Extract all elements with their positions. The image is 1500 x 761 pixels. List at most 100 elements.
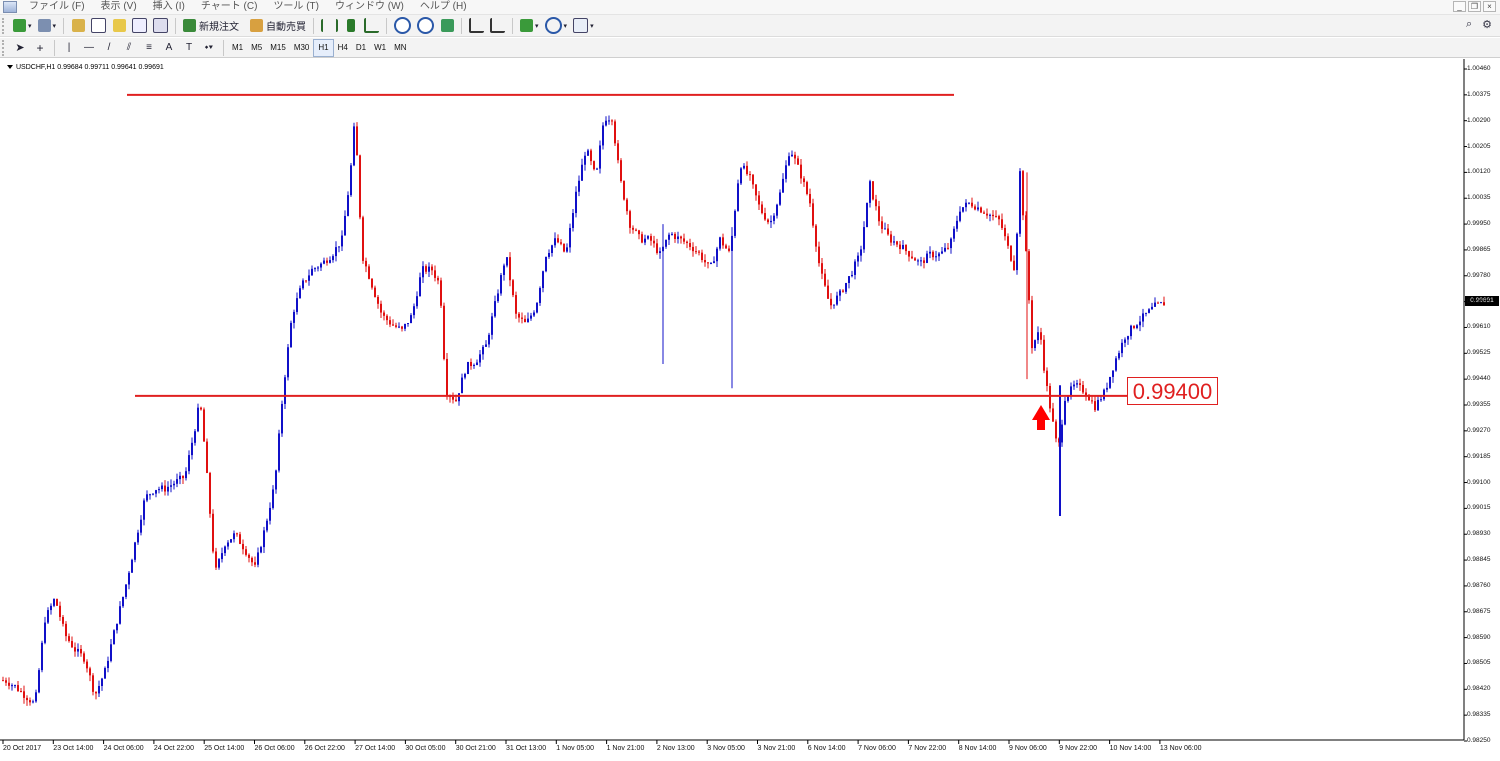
line-chart-button[interactable] — [362, 17, 381, 35]
new-order-button[interactable]: 新規注文 — [181, 17, 241, 35]
candle-body — [5, 680, 7, 683]
candle-body — [1079, 383, 1081, 385]
candle-body — [188, 455, 190, 472]
restore-icon[interactable]: ❐ — [1468, 1, 1481, 12]
menu-chart[interactable]: チャート (C) — [193, 0, 266, 14]
chart-shift-button[interactable] — [488, 17, 507, 35]
candle-body — [722, 237, 724, 246]
candle-body — [2, 680, 4, 682]
menu-insert[interactable]: 挿入 (I) — [145, 0, 193, 14]
candle-body — [665, 239, 667, 247]
menu-window[interactable]: ウィンドウ (W) — [327, 0, 412, 14]
profiles-icon — [37, 19, 51, 32]
candle-body — [257, 552, 259, 565]
candle-body — [701, 252, 703, 261]
zoom-in-button[interactable] — [392, 17, 413, 35]
menu-tools[interactable]: ツール (T) — [265, 0, 327, 14]
price-axis-label: 0.98930 — [1467, 530, 1491, 538]
vertical-line-button[interactable]: | — [60, 39, 78, 57]
data-window-button[interactable] — [89, 17, 108, 35]
candle-body — [959, 211, 961, 221]
candle-body — [881, 221, 883, 229]
timeframe-m30[interactable]: M30 — [290, 40, 314, 56]
autoscroll-button[interactable] — [467, 17, 486, 35]
candle-body — [137, 532, 139, 543]
timeframe-mn[interactable]: MN — [390, 40, 410, 56]
timeframe-h4[interactable]: H4 — [334, 40, 352, 56]
candlestick-button[interactable] — [342, 17, 360, 35]
search-icon[interactable]: ⌕ — [1466, 18, 1472, 31]
timeframe-d1[interactable]: D1 — [352, 40, 370, 56]
templates-button[interactable]: ▾ — [571, 17, 596, 35]
terminal-button[interactable] — [130, 17, 149, 35]
candle-body — [548, 253, 550, 257]
text-button[interactable]: A — [160, 39, 178, 57]
candle-body — [410, 315, 412, 324]
candle-body — [47, 610, 49, 623]
candle-body — [167, 486, 169, 492]
settings-icon[interactable]: ⚙ — [1482, 18, 1492, 31]
candle-body — [332, 256, 334, 261]
candle-body — [185, 471, 187, 479]
timeframe-m15[interactable]: M15 — [266, 40, 290, 56]
time-axis-label: 20 Oct 2017 — [3, 745, 42, 752]
candle-body — [929, 251, 931, 254]
chart-menu-icon[interactable] — [7, 65, 13, 70]
fibonacci-button[interactable]: ≡ — [140, 39, 158, 57]
bar-chart-button[interactable] — [319, 17, 340, 35]
candle-body — [887, 228, 889, 235]
time-axis-label: 25 Oct 14:00 — [204, 745, 245, 752]
navigator-button[interactable] — [110, 17, 128, 35]
zoom-out-button[interactable] — [415, 17, 436, 35]
candle-body — [953, 228, 955, 239]
timeframe-m1[interactable]: M1 — [228, 40, 247, 56]
menu-file[interactable]: ファイル (F) — [21, 0, 93, 14]
horizontal-line-button[interactable]: — — [80, 39, 98, 57]
shapes-button[interactable]: ⬩▾ — [200, 39, 218, 57]
candle-body — [596, 168, 598, 170]
candle-body — [500, 275, 502, 294]
auto-trade-button[interactable]: 自動売買 — [248, 17, 308, 35]
new-order-icon — [183, 19, 197, 32]
candle-body — [197, 407, 199, 432]
candle-body — [713, 261, 715, 264]
minimize-icon[interactable]: _ — [1453, 1, 1466, 12]
time-axis-label: 7 Nov 22:00 — [908, 745, 947, 752]
menu-view[interactable]: 表示 (V) — [93, 0, 145, 14]
trendline-button[interactable]: / — [100, 39, 118, 57]
tile-windows-button[interactable] — [438, 17, 456, 35]
candle-body — [431, 266, 433, 271]
candle-body — [386, 315, 388, 321]
candle-body — [503, 265, 505, 276]
channel-button[interactable]: ⫽ — [120, 39, 138, 57]
candle-body — [551, 245, 553, 254]
periods-button[interactable]: ▾ — [543, 17, 570, 35]
profiles-button[interactable]: ▾ — [36, 17, 59, 35]
price-chart[interactable] — [0, 59, 1500, 761]
close-icon[interactable]: × — [1483, 1, 1496, 12]
price-axis-label: 1.00120 — [1467, 168, 1491, 176]
candle-body — [44, 622, 46, 643]
candle-body — [944, 247, 946, 252]
candle-body — [506, 257, 508, 266]
candle-body — [476, 362, 478, 366]
candle-body — [1064, 400, 1066, 425]
strategy-tester-button[interactable] — [151, 17, 170, 35]
auto-trade-label: 自動売買 — [266, 22, 307, 33]
indicators-button[interactable]: ▾ — [518, 17, 541, 35]
candle-body — [761, 204, 763, 214]
cursor-button[interactable]: ➤ — [11, 39, 29, 57]
candle-body — [251, 557, 253, 563]
crosshair-button[interactable]: + — [31, 39, 49, 57]
candle-body — [182, 475, 184, 479]
new-chart-button[interactable]: ▾ — [11, 17, 34, 35]
menu-help[interactable]: ヘルプ (H) — [412, 0, 475, 14]
market-watch-button[interactable] — [69, 17, 87, 35]
text-label-button[interactable]: T — [180, 39, 198, 57]
timeframe-m5[interactable]: M5 — [247, 40, 266, 56]
timeframe-w1[interactable]: W1 — [370, 40, 390, 56]
candle-body — [416, 296, 418, 307]
candlestick-icon — [347, 19, 356, 32]
candle-body — [143, 500, 145, 520]
timeframe-h1[interactable]: H1 — [313, 38, 334, 57]
